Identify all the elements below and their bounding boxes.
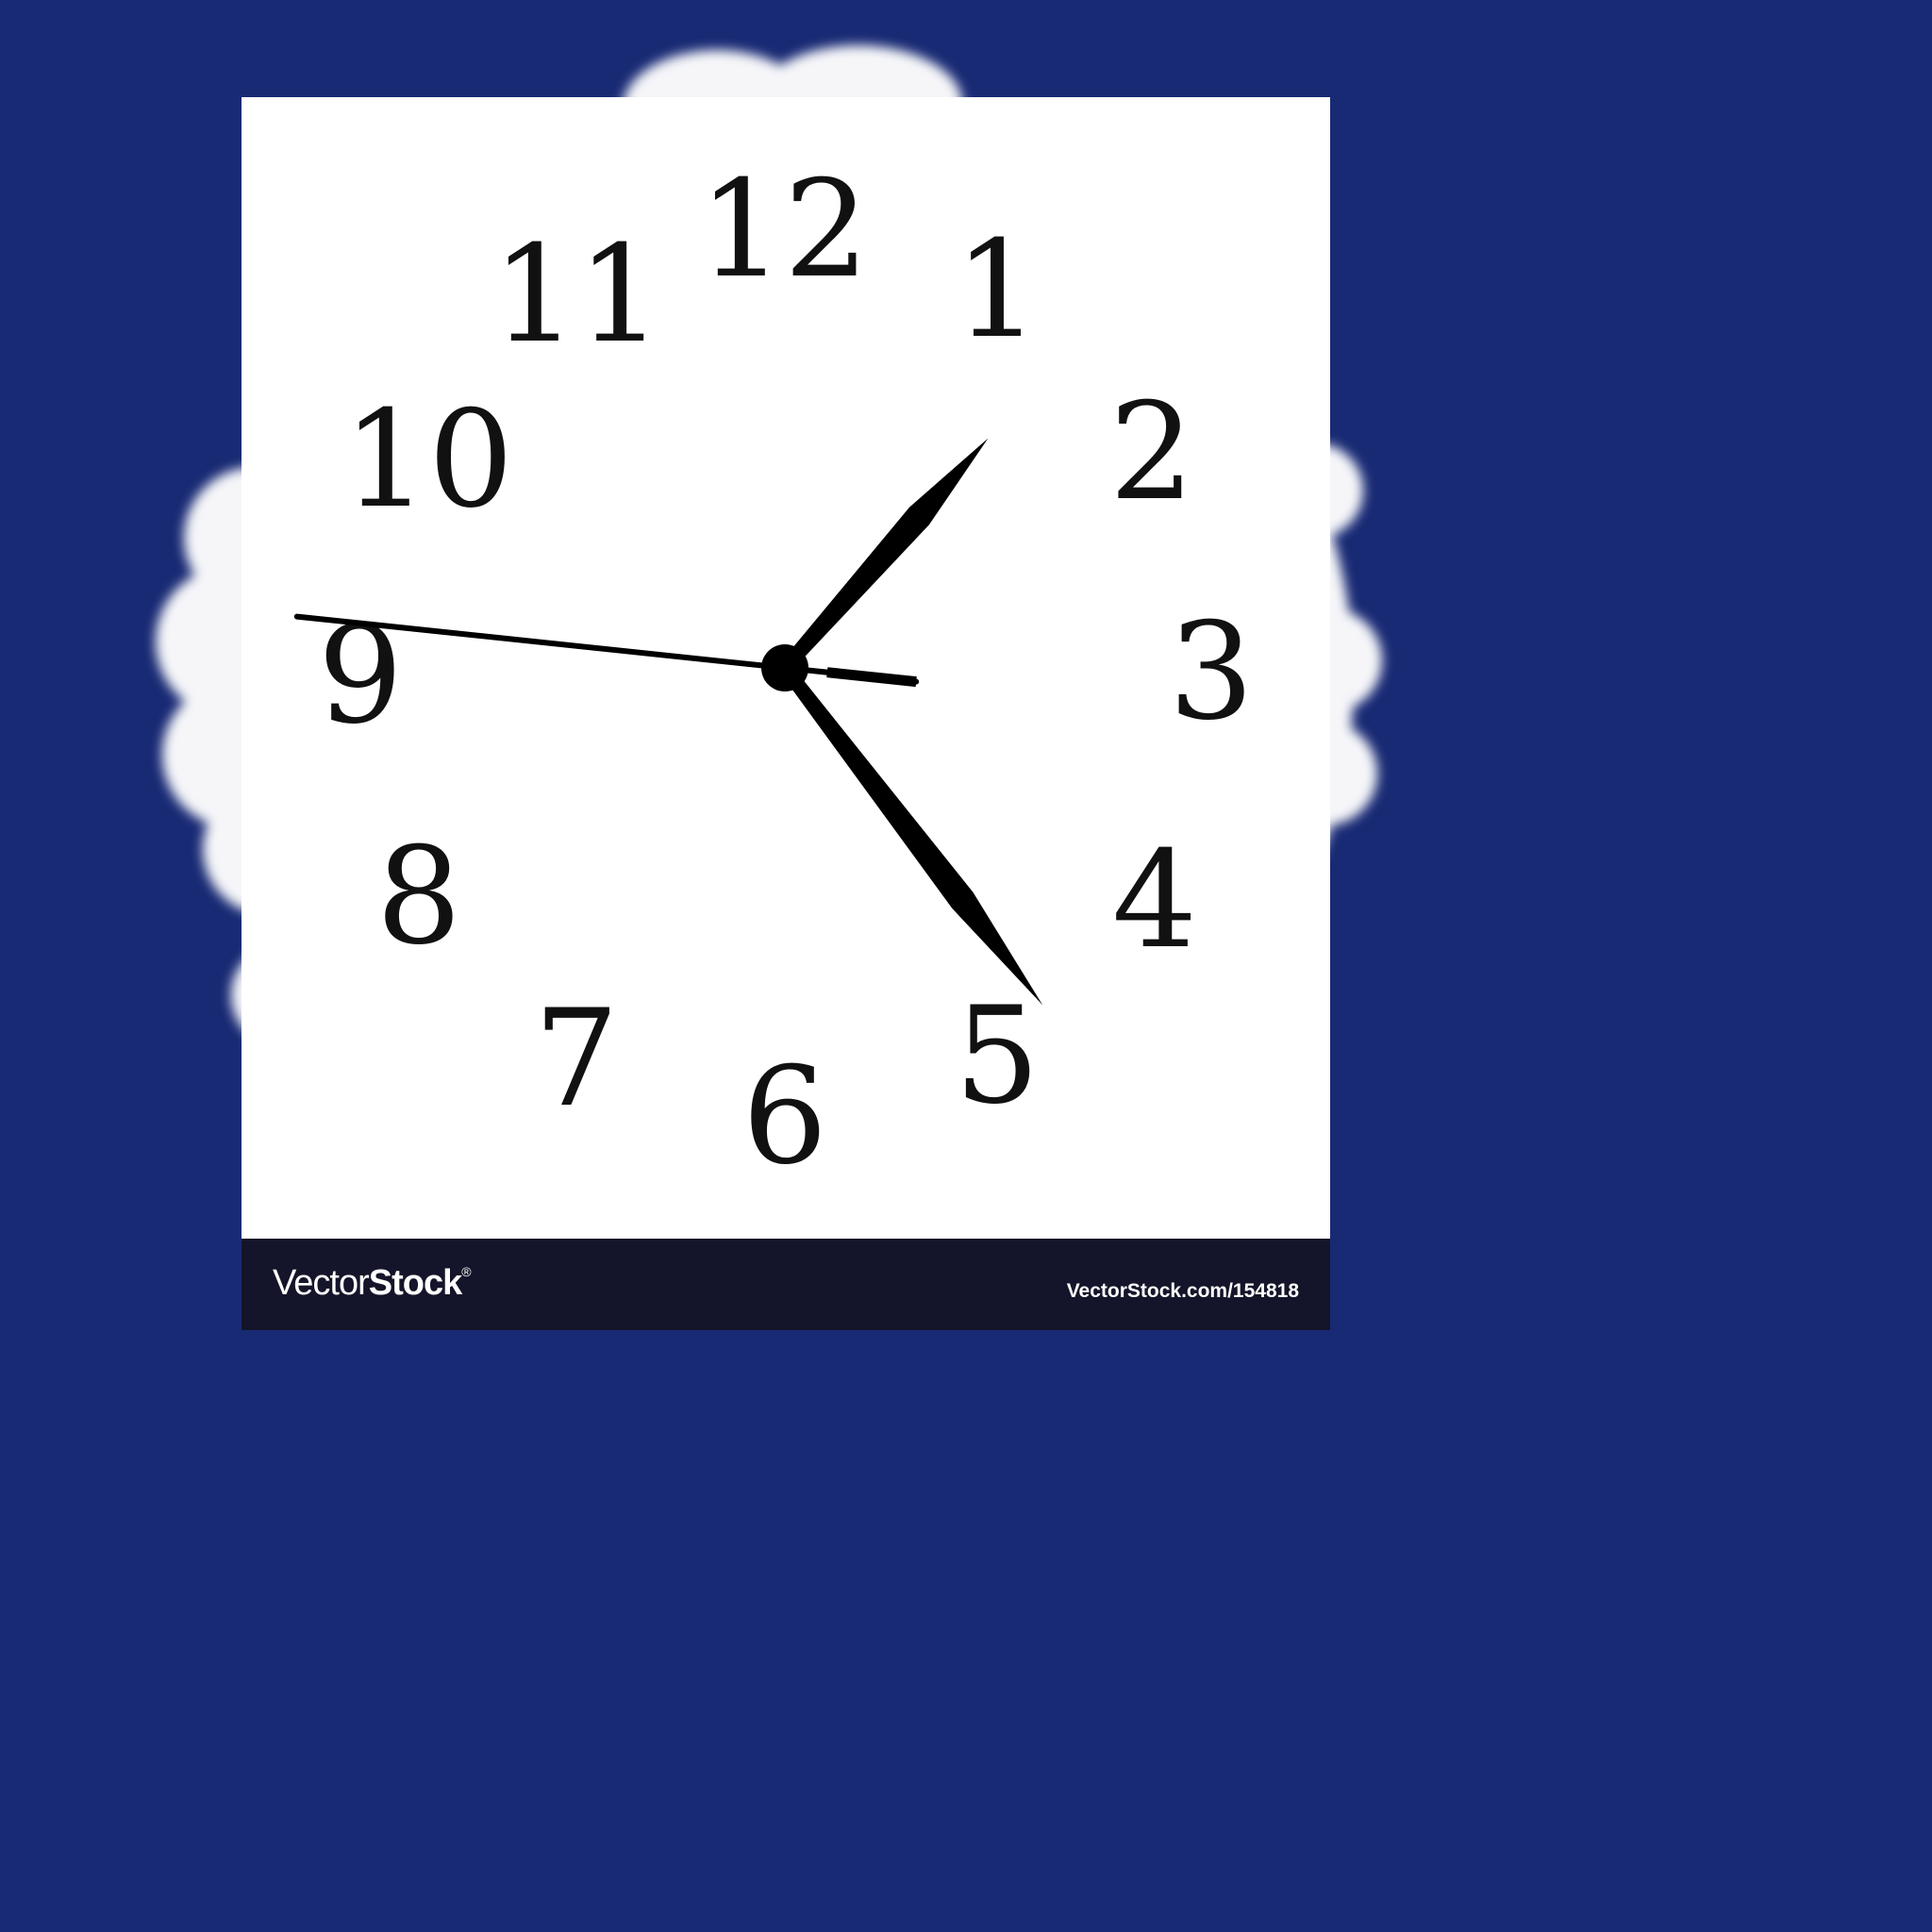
numeral-10: 10 — [343, 382, 514, 538]
center-pin — [761, 644, 808, 691]
numeral-6: 6 — [742, 1039, 827, 1194]
logo-word-vector: Vector — [273, 1263, 370, 1303]
second-hand-counterweight — [826, 667, 917, 688]
vectorstock-logo: VectorStock® — [273, 1263, 472, 1303]
numeral-8: 8 — [376, 819, 461, 974]
clock-panel: 12 1 2 3 4 5 6 7 8 9 10 11 — [242, 97, 1330, 1330]
numeral-1: 1 — [955, 212, 1040, 368]
logo-word-stock: Stock — [368, 1263, 462, 1303]
registered-mark: ® — [461, 1264, 471, 1279]
numeral-2: 2 — [1109, 375, 1194, 530]
numeral-5: 5 — [955, 978, 1040, 1134]
background: 12 1 2 3 4 5 6 7 8 9 10 11 VectorStock® … — [0, 0, 1932, 1932]
numeral-11: 11 — [492, 217, 663, 373]
numeral-4: 4 — [1112, 823, 1197, 978]
clock-face: 12 1 2 3 4 5 6 7 8 9 10 11 — [293, 152, 1254, 1194]
watermark-footer-bar: VectorStock® VectorStock.com/154818 — [242, 1239, 1330, 1330]
numeral-3: 3 — [1169, 594, 1254, 750]
numeral-12: 12 — [699, 152, 870, 308]
numeral-7: 7 — [534, 981, 619, 1137]
minute-hand — [774, 656, 1043, 1006]
hour-hand — [774, 438, 989, 680]
image-url-text: VectorStock.com/154818 — [1066, 1280, 1299, 1302]
